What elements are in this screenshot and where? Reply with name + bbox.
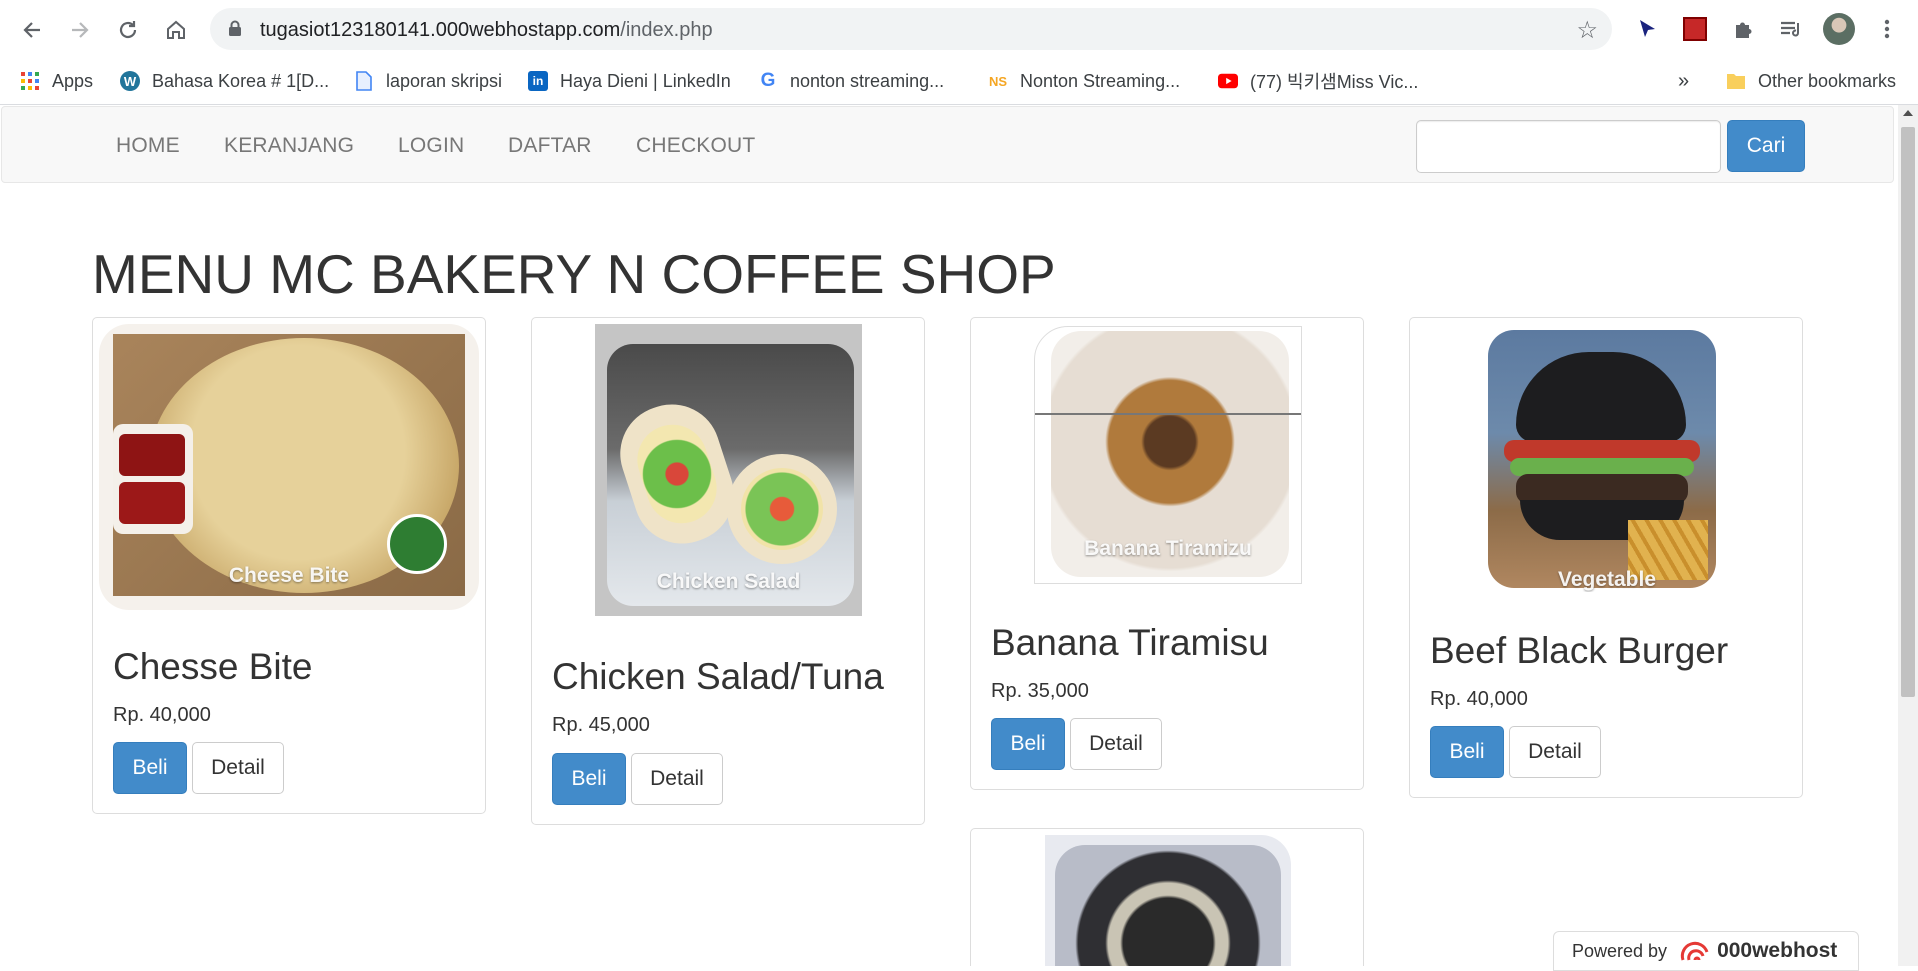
url-host: tugasiot123180141.000webhostapp.com <box>260 19 621 41</box>
product-image-partial[interactable] <box>1045 835 1291 966</box>
product-card: Banana Tiramizu Banana Tiramisu Rp. 35,0… <box>970 317 1364 790</box>
nav-daftar[interactable]: DAFTAR <box>508 134 592 158</box>
buy-button[interactable]: Beli <box>1430 726 1504 778</box>
image-caption: Vegetable <box>1557 568 1657 591</box>
bookmarks-bar: Apps W Bahasa Korea # 1[D... laporan skr… <box>0 57 1918 105</box>
product-price: Rp. 40,000 <box>1430 688 1528 710</box>
webhost-brand: 000webhost <box>1717 939 1838 962</box>
bookmark-label: Other bookmarks <box>1758 70 1897 91</box>
bookmark-label: Apps <box>52 70 94 91</box>
webhost-swirl-icon <box>1680 941 1709 961</box>
url-path: /index.php <box>620 19 713 41</box>
bookmark-star-icon[interactable]: ☆ <box>1576 16 1598 45</box>
bookmark-laporan-skripsi[interactable]: laporan skripsi <box>354 65 502 97</box>
nav-keranjang[interactable]: KERANJANG <box>224 134 354 158</box>
media-queue-icon[interactable] <box>1774 12 1808 46</box>
chrome-menu-icon[interactable] <box>1870 12 1904 46</box>
detail-button[interactable]: Detail <box>1070 718 1162 770</box>
webhost-logo: 000webhost <box>1679 938 1837 964</box>
product-image-chicken-salad[interactable]: Chicken Salad <box>595 324 862 616</box>
youtube-icon <box>1218 71 1238 91</box>
linkedin-icon: in <box>528 71 548 91</box>
powered-by-label: Powered by <box>1572 940 1668 961</box>
scroll-up-arrow-icon[interactable] <box>1903 110 1913 116</box>
product-name: Beef Black Burger <box>1430 630 1729 671</box>
folder-icon <box>1726 71 1746 91</box>
bookmark-bahasa-korea[interactable]: W Bahasa Korea # 1[D... <box>120 65 329 97</box>
product-name: Banana Tiramisu <box>991 622 1269 663</box>
search-input[interactable] <box>1416 120 1721 173</box>
red-extension-icon[interactable] <box>1678 12 1712 46</box>
product-card: Vegetable Beef Black Burger Rp. 40,000 B… <box>1409 317 1803 798</box>
product-image-cheese-bite[interactable]: Cheese Bite <box>99 324 479 610</box>
wordpress-icon: W <box>120 71 140 91</box>
page-title: MENU MC BAKERY N COFFEE SHOP <box>92 243 1056 305</box>
powered-by-badge[interactable]: Powered by 000webhost <box>1553 931 1859 971</box>
address-bar[interactable]: tugasiot123180141.000webhostapp.com/inde… <box>210 8 1612 50</box>
reload-icon[interactable] <box>110 12 146 48</box>
buy-button[interactable]: Beli <box>552 753 626 805</box>
product-price: Rp. 45,000 <box>552 714 650 736</box>
bookmark-label: (77) 빅키샘Miss Vic... <box>1250 72 1419 92</box>
product-name: Chesse Bite <box>113 646 313 687</box>
bookmark-label: Haya Dieni | LinkedIn <box>560 70 731 91</box>
search-button[interactable]: Cari <box>1727 120 1805 172</box>
bookmark-nonton-streaming-google[interactable]: G nonton streaming... <box>758 65 944 97</box>
profile-avatar[interactable] <box>1822 12 1856 46</box>
forward-icon[interactable] <box>62 12 98 48</box>
detail-button[interactable]: Detail <box>192 742 284 794</box>
bookmark-label: nonton streaming... <box>790 70 945 91</box>
bookmark-other[interactable]: Other bookmarks <box>1726 65 1896 97</box>
image-caption: Banana Tiramizu <box>1084 537 1252 560</box>
product-card: Chicken Salad Chicken Salad/Tuna Rp. 45,… <box>531 317 925 825</box>
detail-button[interactable]: Detail <box>631 753 723 805</box>
nav-home[interactable]: HOME <box>116 134 180 158</box>
bookmark-label: laporan skripsi <box>386 70 503 91</box>
buy-button[interactable]: Beli <box>991 718 1065 770</box>
navbar: HOME KERANJANG LOGIN DAFTAR CHECKOUT Car… <box>1 106 1894 183</box>
url-text: tugasiot123180141.000webhostapp.com/inde… <box>260 19 713 42</box>
ns-icon: NS <box>988 73 1008 89</box>
puzzle-extensions-icon[interactable] <box>1726 12 1760 46</box>
google-icon: G <box>760 70 776 91</box>
document-icon <box>354 71 374 91</box>
scrollbar-thumb[interactable] <box>1901 127 1915 697</box>
nav-checkout[interactable]: CHECKOUT <box>636 134 755 158</box>
buy-button[interactable]: Beli <box>113 742 187 794</box>
product-image-beef-black-burger[interactable]: Vegetable <box>1484 324 1730 592</box>
image-caption: Cheese Bite <box>228 564 350 587</box>
web-page: HOME KERANJANG LOGIN DAFTAR CHECKOUT Car… <box>0 105 1898 966</box>
nav-login[interactable]: LOGIN <box>398 134 464 158</box>
page-scrollbar[interactable] <box>1898 105 1918 966</box>
bookmark-nonton-streaming-ns[interactable]: NS Nonton Streaming... <box>988 65 1180 97</box>
bookmark-linkedin[interactable]: in Haya Dieni | LinkedIn <box>528 65 731 97</box>
cursor-extension-icon[interactable] <box>1630 12 1664 46</box>
browser-toolbar: tugasiot123180141.000webhostapp.com/inde… <box>0 0 1918 57</box>
product-price: Rp. 40,000 <box>113 704 211 726</box>
home-icon[interactable] <box>158 12 194 48</box>
bookmarks-overflow-chevron-icon[interactable]: » <box>1678 65 1689 97</box>
product-card: Cheese Bite Chesse Bite Rp. 40,000 Beli … <box>92 317 486 814</box>
bookmark-label: Bahasa Korea # 1[D... <box>152 70 330 91</box>
lock-icon <box>229 20 241 36</box>
bookmark-youtube[interactable]: (77) 빅키샘Miss Vic... <box>1218 65 1418 97</box>
product-image-banana-tiramisu[interactable]: Banana Tiramizu <box>1034 326 1302 584</box>
apps-grid-icon <box>20 71 40 91</box>
product-card <box>970 828 1364 966</box>
product-price: Rp. 35,000 <box>991 680 1089 702</box>
back-icon[interactable] <box>14 12 50 48</box>
bookmark-apps[interactable]: Apps <box>20 65 93 97</box>
detail-button[interactable]: Detail <box>1509 726 1601 778</box>
bookmark-label: Nonton Streaming... <box>1020 70 1181 91</box>
product-name: Chicken Salad/Tuna <box>552 656 884 697</box>
image-caption: Chicken Salad <box>656 570 801 593</box>
